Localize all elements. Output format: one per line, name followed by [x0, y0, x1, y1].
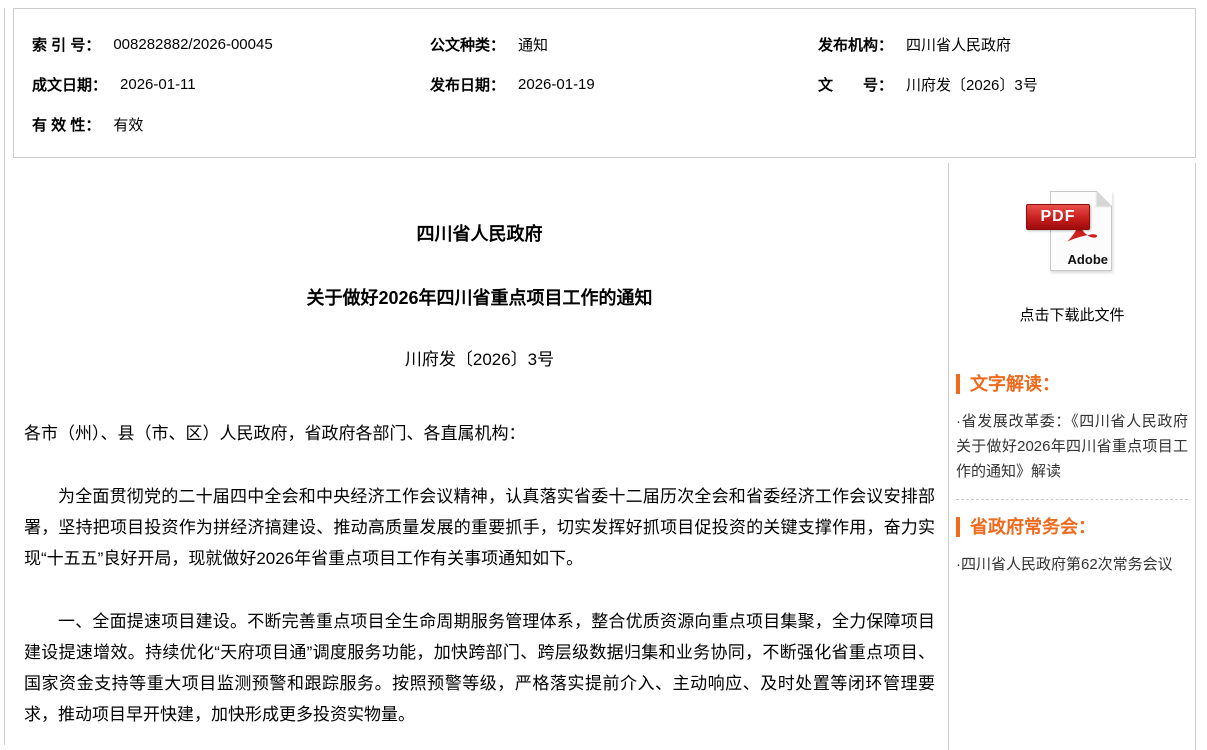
- pdf-page-shape: Adobe: [1050, 191, 1112, 271]
- document-number: 川府发〔2026〕3号: [24, 348, 935, 372]
- meta-field-validity: 有 效 性： 有效: [14, 114, 412, 135]
- sidebar-link-executive-meeting[interactable]: ·四川省人民政府第62次常务会议: [956, 552, 1188, 577]
- document-body: 四川省人民政府 关于做好2026年四川省重点项目工作的通知 川府发〔2026〕3…: [5, 158, 948, 750]
- meta-field-doc-type: 公文种类： 通知: [412, 34, 800, 55]
- meta-value: 通知: [518, 34, 548, 55]
- meta-label: 索 引 号：: [32, 34, 100, 55]
- document-paragraph: 为全面贯彻党的二十届四中全会和中央经济工作会议精神，认真落实省委十二届历次全会和…: [24, 481, 935, 574]
- document-org-title: 四川省人民政府: [24, 222, 935, 246]
- meta-value: 2026-01-11: [120, 76, 196, 93]
- document-salutation: 各市（州）、县（市、区）人民政府，省政府各部门、各直属机构：: [24, 418, 935, 449]
- sidebar-section-title: 文字解读：: [956, 373, 1188, 395]
- page: 索 引 号： 008282882/2026-00045 公文种类： 通知 发布机…: [4, 8, 1207, 745]
- pdf-folded-corner-icon: [1097, 191, 1112, 206]
- sidebar-section-items: ·省发展改革委：《四川省人民政府关于做好2026年四川省重点项目工作的通知》解读: [956, 409, 1188, 484]
- meta-field-index-number: 索 引 号： 008282882/2026-00045: [14, 34, 412, 55]
- meta-label: 成文日期：: [32, 74, 107, 95]
- sidebar: Adobe PDF 点击下载此文件 文字解读： ·省发展改革委：《四川省人民政府…: [948, 163, 1196, 750]
- adobe-brand-label: Adobe: [1068, 252, 1108, 267]
- sidebar-link-interpretation[interactable]: ·省发展改革委：《四川省人民政府关于做好2026年四川省重点项目工作的通知》解读: [956, 409, 1188, 484]
- orange-bar-icon: [956, 374, 960, 394]
- sidebar-section-title: 省政府常务会：: [956, 516, 1188, 538]
- sidebar-section-executive-meeting: 省政府常务会： ·四川省人民政府第62次常务会议: [954, 516, 1190, 577]
- meta-value: 008282882/2026-00045: [113, 36, 272, 53]
- meta-field-written-date: 成文日期： 2026-01-11: [14, 74, 412, 95]
- content-area: 四川省人民政府 关于做好2026年四川省重点项目工作的通知 川府发〔2026〕3…: [5, 158, 1207, 750]
- document-paragraph: 一、全面提速项目建设。不断完善重点项目全生命周期服务管理体系，整合优质资源向重点…: [24, 606, 935, 730]
- sidebar-section-items: ·四川省人民政府第62次常务会议: [956, 552, 1188, 577]
- meta-label: 有 效 性：: [32, 114, 100, 135]
- pdf-banner-label: PDF: [1026, 204, 1090, 230]
- meta-field-publish-date: 发布日期： 2026-01-19: [412, 74, 800, 95]
- document-title: 关于做好2026年四川省重点项目工作的通知: [24, 286, 935, 310]
- sidebar-section-title-text: 文字解读：: [970, 373, 1060, 395]
- meta-label: 发布日期：: [430, 74, 505, 95]
- dashed-divider: [956, 499, 1188, 500]
- meta-value: 2026-01-19: [518, 76, 595, 93]
- meta-label: 文 号：: [818, 74, 893, 95]
- meta-value: 四川省人民政府: [906, 34, 1011, 55]
- meta-label: 发布机构：: [818, 34, 893, 55]
- meta-value: 川府发〔2026〕3号: [906, 74, 1038, 95]
- meta-field-issuing-agency: 发布机构： 四川省人民政府: [800, 34, 1195, 55]
- meta-label: 公文种类：: [430, 34, 505, 55]
- meta-value: 有效: [113, 114, 143, 135]
- pdf-download-label[interactable]: 点击下载此文件: [954, 304, 1190, 325]
- sidebar-section-title-text: 省政府常务会：: [970, 516, 1096, 538]
- pdf-download-link[interactable]: Adobe PDF 点击下载此文件: [954, 191, 1190, 325]
- document-meta-panel: 索 引 号： 008282882/2026-00045 公文种类： 通知 发布机…: [13, 8, 1196, 158]
- pdf-file-icon: Adobe PDF: [1026, 191, 1118, 273]
- sidebar-section-interpretation: 文字解读： ·省发展改革委：《四川省人民政府关于做好2026年四川省重点项目工作…: [954, 373, 1190, 484]
- orange-bar-icon: [956, 517, 960, 537]
- meta-field-doc-number: 文 号： 川府发〔2026〕3号: [800, 74, 1195, 95]
